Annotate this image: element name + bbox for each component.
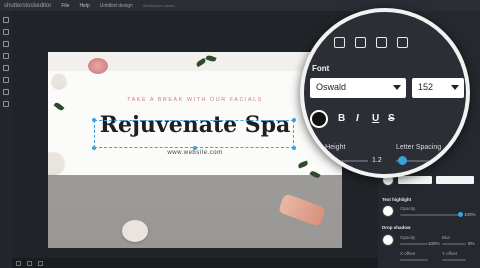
- selection-box[interactable]: [92, 118, 296, 150]
- flower-image: [88, 58, 108, 74]
- font-weight-select[interactable]: [398, 176, 432, 184]
- bottom-toolbar: [12, 258, 378, 268]
- font-size-value: 152: [418, 82, 434, 92]
- underline-button[interactable]: U: [372, 113, 379, 124]
- zoom-icon[interactable]: [38, 260, 43, 266]
- font-size-select[interactable]: 152: [412, 78, 464, 98]
- strikethrough-button[interactable]: S: [388, 113, 395, 124]
- duplicate-icon[interactable]: [334, 37, 345, 48]
- shadow-blur-value: 0%: [468, 241, 475, 246]
- font-section-title: Font: [312, 64, 330, 73]
- trash-icon[interactable]: [397, 37, 408, 48]
- highlight-color-swatch[interactable]: [382, 205, 394, 217]
- resize-handle[interactable]: [92, 118, 96, 122]
- y-offset-slider[interactable]: [442, 259, 466, 261]
- background-icon[interactable]: [3, 89, 9, 95]
- line-height-label: Line Height: [310, 144, 346, 151]
- italic-button[interactable]: I: [356, 113, 359, 124]
- highlight-opacity-slider[interactable]: [400, 214, 462, 216]
- line-height-value: 1.2: [372, 157, 382, 164]
- line-height-slider[interactable]: [310, 160, 368, 162]
- uploads-icon[interactable]: [3, 77, 9, 83]
- app-logo[interactable]: shutterstockeditor: [4, 3, 51, 9]
- document-status: Workspace saved: [142, 3, 175, 8]
- elements-icon[interactable]: [3, 41, 9, 47]
- templates-icon[interactable]: [3, 17, 9, 23]
- text-highlight-heading: Text highlight: [382, 197, 412, 202]
- design-canvas[interactable]: TAKE A BREAK WITH OUR FACIALS Rejuvenate…: [48, 52, 342, 248]
- y-offset-label: Y offset: [442, 251, 458, 256]
- chevron-down-icon: [393, 85, 401, 90]
- drop-shadow-heading: Drop shadow: [382, 225, 411, 230]
- design-website[interactable]: www.website.com: [48, 150, 342, 156]
- magnifier-callout: Font Oswald 152 B I U S Line Height Lett…: [300, 8, 470, 178]
- settings-icon[interactable]: [3, 101, 9, 107]
- layers-icon[interactable]: [3, 65, 9, 71]
- shadow-color-swatch[interactable]: [382, 234, 394, 246]
- bowl-image: [122, 220, 148, 242]
- x-offset-label: X offset: [400, 251, 416, 256]
- fit-icon[interactable]: [27, 260, 32, 266]
- shadow-blur-label: Blur: [442, 235, 451, 240]
- x-offset-slider[interactable]: [400, 259, 428, 261]
- font-color-swatch[interactable]: [310, 110, 328, 128]
- lock-icon[interactable]: [355, 37, 366, 48]
- shadow-opacity-slider[interactable]: [400, 243, 428, 245]
- leaf-image: [205, 54, 217, 63]
- text-tool-icon[interactable]: [3, 53, 9, 59]
- layer-actions: [334, 37, 408, 48]
- grid-icon[interactable]: [16, 260, 21, 266]
- font-family-value: Oswald: [316, 82, 347, 92]
- document-title[interactable]: Untitled design: [100, 3, 133, 9]
- bold-button[interactable]: B: [338, 113, 345, 124]
- photos-icon[interactable]: [3, 29, 9, 35]
- resize-handle[interactable]: [292, 146, 296, 150]
- letter-spacing-knob[interactable]: [398, 156, 407, 165]
- line-height-knob[interactable]: [322, 156, 331, 165]
- font-family-select[interactable]: Oswald: [310, 78, 406, 98]
- font-style-select[interactable]: [436, 176, 474, 184]
- left-toolbar: [0, 11, 12, 268]
- menu-help[interactable]: Help: [79, 3, 89, 9]
- top-bar: shutterstockeditor File Help Untitled de…: [0, 0, 480, 11]
- copy-icon[interactable]: [376, 37, 387, 48]
- design-tagline[interactable]: TAKE A BREAK WITH OUR FACIALS: [48, 97, 342, 103]
- resize-handle[interactable]: [92, 146, 96, 150]
- resize-handle[interactable]: [292, 118, 296, 122]
- shadow-blur-slider[interactable]: [442, 243, 466, 245]
- highlight-opacity-value: 100%: [464, 212, 476, 217]
- shadow-opacity-label: Opacity: [400, 235, 416, 240]
- shadow-opacity-value: 100%: [428, 241, 440, 246]
- letter-spacing-label: Letter Spacing: [396, 144, 442, 151]
- stone-image: [52, 74, 66, 88]
- highlight-opacity-knob[interactable]: [458, 212, 463, 217]
- menu-file[interactable]: File: [61, 3, 69, 9]
- highlight-opacity-label: Opacity: [400, 206, 416, 211]
- chevron-down-icon: [451, 85, 459, 90]
- resize-handle[interactable]: [193, 146, 197, 150]
